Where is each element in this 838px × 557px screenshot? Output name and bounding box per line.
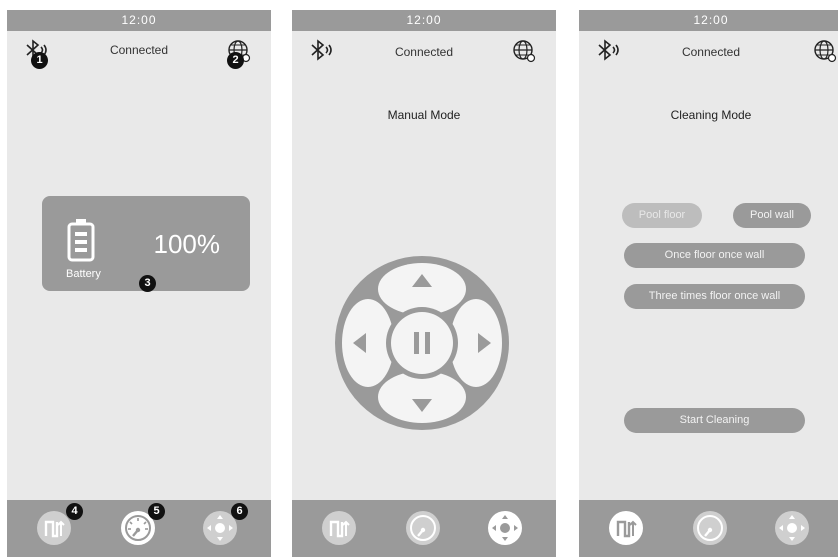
bottom-nav <box>579 500 838 557</box>
page-title: Manual Mode <box>387 108 461 122</box>
marker-3: 3 <box>139 275 156 292</box>
three-times-floor-once-wall-button[interactable]: Three times floor once wall <box>624 284 805 309</box>
status-bar-time: 12:00 <box>579 10 838 31</box>
joystick-icon[interactable] <box>487 510 523 546</box>
cleaning-screen: 12:00 Connected Cleaning Mode Pool floor… <box>579 10 838 557</box>
battery-label: Battery <box>66 268 101 280</box>
status-bar-time: 12:00 <box>7 10 271 31</box>
manual-screen: 12:00 Connected Manual Mode <box>292 10 556 557</box>
once-floor-once-wall-button[interactable]: Once floor once wall <box>624 243 805 268</box>
status-bar-time: 12:00 <box>292 10 556 31</box>
cleaning-mode-icon[interactable] <box>608 510 644 546</box>
gauge-icon[interactable] <box>692 510 728 546</box>
globe-icon[interactable] <box>512 39 536 63</box>
pause-button[interactable] <box>391 312 453 374</box>
joystick-icon[interactable] <box>774 510 810 546</box>
marker-6: 6 <box>231 503 248 520</box>
bottom-nav: 4 5 6 <box>7 500 271 557</box>
gauge-icon[interactable] <box>405 510 441 546</box>
globe-icon[interactable] <box>813 39 837 63</box>
connection-status: Connected <box>681 45 741 59</box>
battery-level: 100% <box>153 229 221 259</box>
battery-card: 100% Battery 3 <box>42 196 250 292</box>
start-cleaning-button[interactable]: Start Cleaning <box>624 408 805 433</box>
marker-2: 2 <box>227 52 244 69</box>
marker-5: 5 <box>148 503 165 520</box>
pool-floor-button[interactable]: Pool floor <box>622 203 702 228</box>
direction-pad <box>335 256 509 430</box>
pool-wall-button[interactable]: Pool wall <box>733 203 811 228</box>
bottom-nav <box>292 500 556 557</box>
marker-4: 4 <box>66 503 83 520</box>
home-screen: 12:00 1 Connected 2 100% Battery 3 4 5 6 <box>7 10 271 557</box>
battery-icon <box>67 219 95 262</box>
cleaning-mode-icon[interactable] <box>321 510 357 546</box>
page-title: Cleaning Mode <box>670 108 752 122</box>
